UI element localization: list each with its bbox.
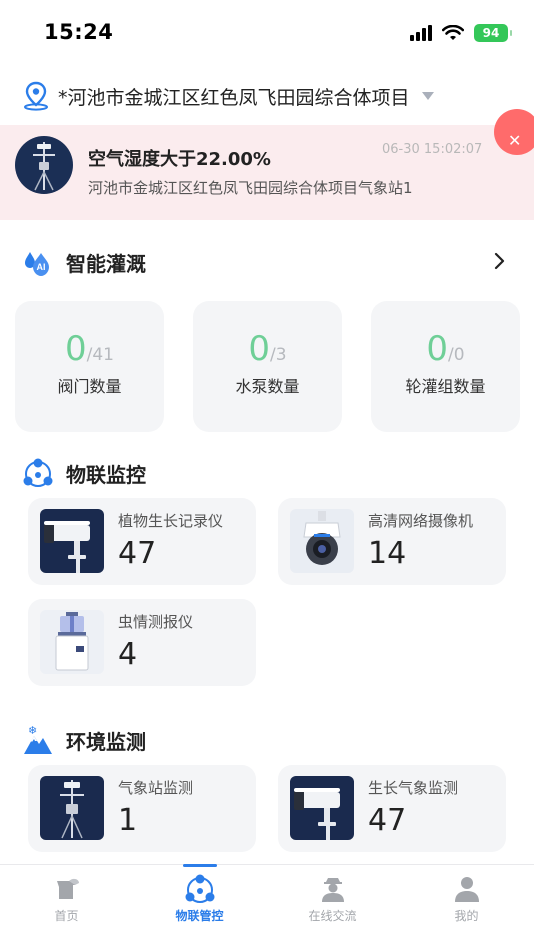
- tab-label: 首页: [54, 909, 79, 923]
- alert-banner[interactable]: 空气湿度大于22.00% 06-30 15:02:07 河池市金城江区红色凤飞田…: [0, 109, 534, 220]
- env-title: 环境监测: [66, 729, 146, 754]
- device-name: 生长气象监测: [368, 779, 459, 797]
- alert-subtitle: 河池市金城江区红色凤飞田园综合体项目气象站1: [88, 179, 413, 197]
- camera-bullet-icon: [290, 776, 354, 840]
- battery-indicator: 94: [474, 24, 512, 42]
- location-pin-icon: [24, 81, 48, 111]
- tab-home[interactable]: 首页: [0, 865, 133, 950]
- device-name: 虫情测报仪: [118, 613, 194, 631]
- stat-total: /0: [448, 345, 465, 365]
- device-name: 气象站监测: [118, 779, 194, 797]
- env-header: ❄ 环境监测: [22, 722, 514, 758]
- device-count: 47: [368, 803, 407, 838]
- insect-monitor-icon: [40, 610, 104, 674]
- svg-text:❄: ❄: [28, 724, 37, 737]
- device-card-insect-monitor[interactable]: 虫情测报仪 4: [28, 599, 256, 686]
- tab-label: 在线交流: [308, 909, 357, 923]
- stat-total: /41: [86, 345, 114, 365]
- mountain-snow-icon: ❄: [24, 724, 52, 754]
- camera-bullet-icon: [40, 509, 104, 573]
- tab-mine[interactable]: 我的: [400, 865, 533, 950]
- stat-total: /3: [270, 345, 287, 365]
- stat-label: 轮灌组数量: [405, 377, 486, 396]
- device-count: 47: [118, 536, 157, 571]
- tab-iot-control[interactable]: 物联管控: [133, 864, 266, 950]
- stat-value: 0: [426, 329, 449, 369]
- pump-stat-card[interactable]: 0/3 水泵数量: [193, 301, 342, 432]
- close-icon: ✕: [508, 131, 522, 150]
- iot-network-icon: [23, 458, 53, 487]
- device-name: 植物生长记录仪: [118, 512, 224, 530]
- status-time: 15:24: [44, 20, 114, 44]
- user-icon: [454, 877, 479, 902]
- device-count: 1: [118, 803, 138, 838]
- iot-header: 物联监控: [22, 455, 514, 491]
- tab-label: 我的: [454, 909, 479, 923]
- chevron-right-icon[interactable]: [488, 250, 510, 272]
- weather-station-icon: [40, 776, 104, 840]
- tab-online-chat[interactable]: 在线交流: [266, 865, 399, 950]
- device-card-hd-camera[interactable]: 高清网络摄像机 14: [278, 498, 506, 585]
- device-count: 14: [368, 536, 407, 571]
- rotation-group-stat-card[interactable]: 0/0 轮灌组数量: [371, 301, 520, 432]
- device-name: 高清网络摄像机: [368, 512, 474, 530]
- alert-title: 空气湿度大于22.00%: [88, 149, 271, 170]
- ai-badge: AI: [37, 262, 46, 272]
- stat-value: 0: [248, 329, 271, 369]
- stat-label: 水泵数量: [235, 377, 300, 396]
- iot-icon: [185, 874, 214, 903]
- status-bar: 15:24 94: [0, 0, 534, 66]
- camera-dome-icon: [290, 509, 354, 573]
- dropdown-caret-icon: [421, 92, 434, 100]
- battery-level: 94: [482, 26, 500, 40]
- irrigation-header[interactable]: AI 智能灌溉: [22, 244, 514, 280]
- alert-time: 06-30 15:02:07: [382, 142, 483, 157]
- tab-label: 物联管控: [175, 909, 224, 923]
- stat-value: 0: [65, 329, 87, 369]
- device-card-plant-recorder[interactable]: 植物生长记录仪 47: [28, 498, 256, 585]
- chat-person-icon: [321, 878, 344, 902]
- project-selector[interactable]: *河池市金城江区红色凤飞田园综合体项目: [22, 76, 512, 116]
- wifi-icon: [442, 25, 464, 40]
- weather-station-icon: [15, 136, 73, 194]
- device-card-weather-station[interactable]: 气象站监测 1: [28, 765, 256, 852]
- status-indicators: 94: [410, 24, 512, 42]
- device-count: 4: [118, 637, 138, 672]
- water-drop-ai-icon: AI: [25, 252, 49, 276]
- signal-icon: [410, 25, 432, 41]
- alert-close-button[interactable]: ✕: [494, 109, 534, 155]
- irrigation-title: 智能灌溉: [66, 251, 146, 276]
- project-name: *河池市金城江区红色凤飞田园综合体项目: [58, 86, 410, 109]
- iot-title: 物联监控: [66, 462, 146, 487]
- bottom-tab-bar: 首页 物联管控 在线交流 我的: [0, 864, 534, 950]
- device-card-growth-weather[interactable]: 生长气象监测 47: [278, 765, 506, 852]
- stat-label: 阀门数量: [57, 377, 122, 396]
- home-icon: [56, 878, 79, 899]
- valve-stat-card[interactable]: 0/41 阀门数量: [15, 301, 164, 432]
- active-tab-indicator: [182, 864, 217, 867]
